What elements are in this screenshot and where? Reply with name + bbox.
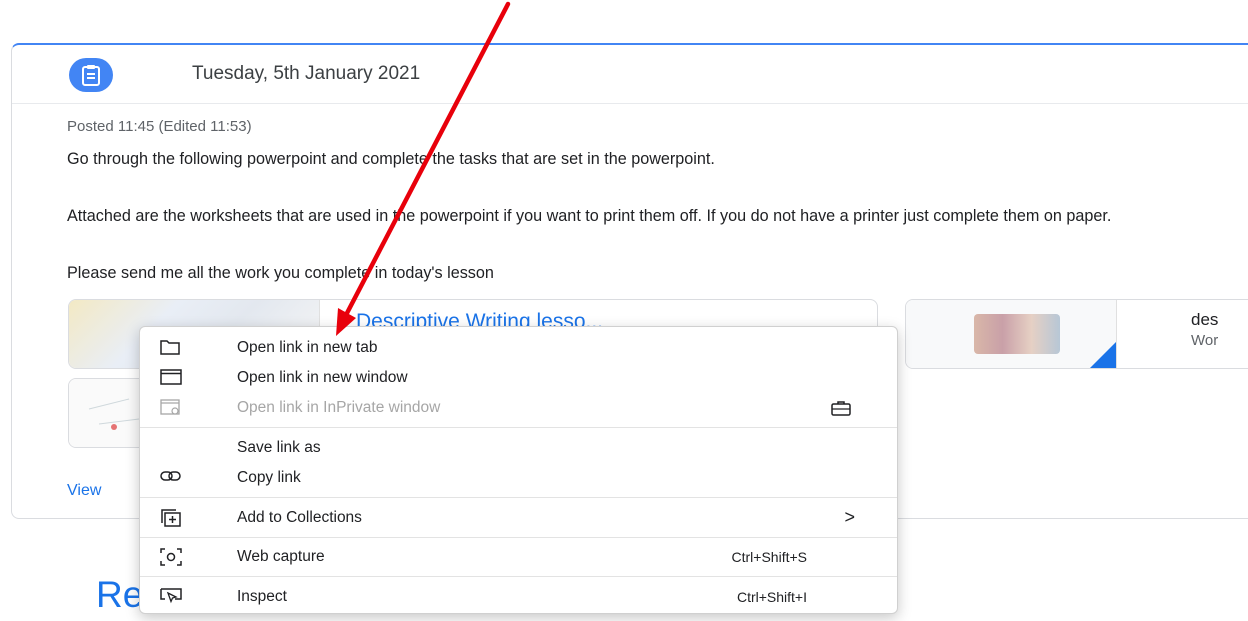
- attachment-title[interactable]: des: [1191, 310, 1218, 330]
- menu-separator: [140, 537, 897, 538]
- menu-separator: [140, 576, 897, 577]
- menu-item-add-to-collections[interactable]: Add to Collections >: [140, 503, 897, 533]
- shortcut-label: Ctrl+Shift+I: [736, 589, 807, 605]
- context-menu: Open link in new tab Open link in new wi…: [139, 326, 898, 614]
- briefcase-icon: [831, 400, 851, 416]
- collections-icon: [160, 509, 182, 527]
- menu-item-label: Open link in InPrivate window: [237, 399, 441, 416]
- section-title: Re: [96, 574, 144, 615]
- shortcut-label: Ctrl+Shift+S: [731, 549, 807, 565]
- menu-item-open-new-tab[interactable]: Open link in new tab: [140, 333, 897, 363]
- post-paragraph-1: Go through the following powerpoint and …: [67, 150, 715, 168]
- attachment-card-2[interactable]: des Wor: [905, 299, 1248, 369]
- menu-item-label: Open link in new tab: [237, 339, 378, 356]
- posted-timestamp: Posted 11:45 (Edited 11:53): [67, 118, 252, 135]
- submenu-arrow-icon: >: [844, 507, 855, 527]
- menu-item-inspect[interactable]: Inspect Ctrl+Shift+I: [140, 582, 897, 612]
- menu-item-save-link-as[interactable]: Save link as: [140, 433, 897, 463]
- menu-item-label: Inspect: [237, 588, 287, 605]
- menu-separator: [140, 497, 897, 498]
- menu-item-label: Add to Collections: [237, 509, 362, 526]
- view-link[interactable]: View: [67, 482, 101, 500]
- assignment-icon: [69, 58, 113, 92]
- menu-separator: [140, 427, 897, 428]
- menu-item-copy-link[interactable]: Copy link: [140, 463, 897, 493]
- post-paragraph-3: Please send me all the work you complete…: [67, 264, 494, 282]
- doc-type-corner-icon: [1090, 342, 1116, 368]
- new-tab-icon: [160, 339, 182, 357]
- menu-item-web-capture[interactable]: Web capture Ctrl+Shift+S: [140, 542, 897, 572]
- post-paragraph-2: Attached are the worksheets that are use…: [67, 207, 1112, 225]
- menu-item-label: Save link as: [237, 439, 321, 456]
- inspect-icon: [160, 588, 182, 606]
- new-window-icon: [160, 369, 182, 387]
- attachment-subtitle: Wor: [1191, 332, 1219, 349]
- link-icon: [160, 469, 182, 487]
- post-header: Tuesday, 5th January 2021: [12, 45, 1248, 104]
- menu-item-label: Web capture: [237, 548, 325, 565]
- inprivate-icon: [160, 399, 182, 417]
- web-capture-icon: [160, 548, 182, 566]
- menu-item-open-inprivate[interactable]: Open link in InPrivate window: [140, 393, 897, 423]
- menu-item-label: Copy link: [237, 469, 301, 486]
- menu-item-open-new-window[interactable]: Open link in new window: [140, 363, 897, 393]
- menu-item-label: Open link in new window: [237, 369, 408, 386]
- post-date: Tuesday, 5th January 2021: [192, 63, 421, 84]
- attachment-thumbnail: [906, 300, 1117, 368]
